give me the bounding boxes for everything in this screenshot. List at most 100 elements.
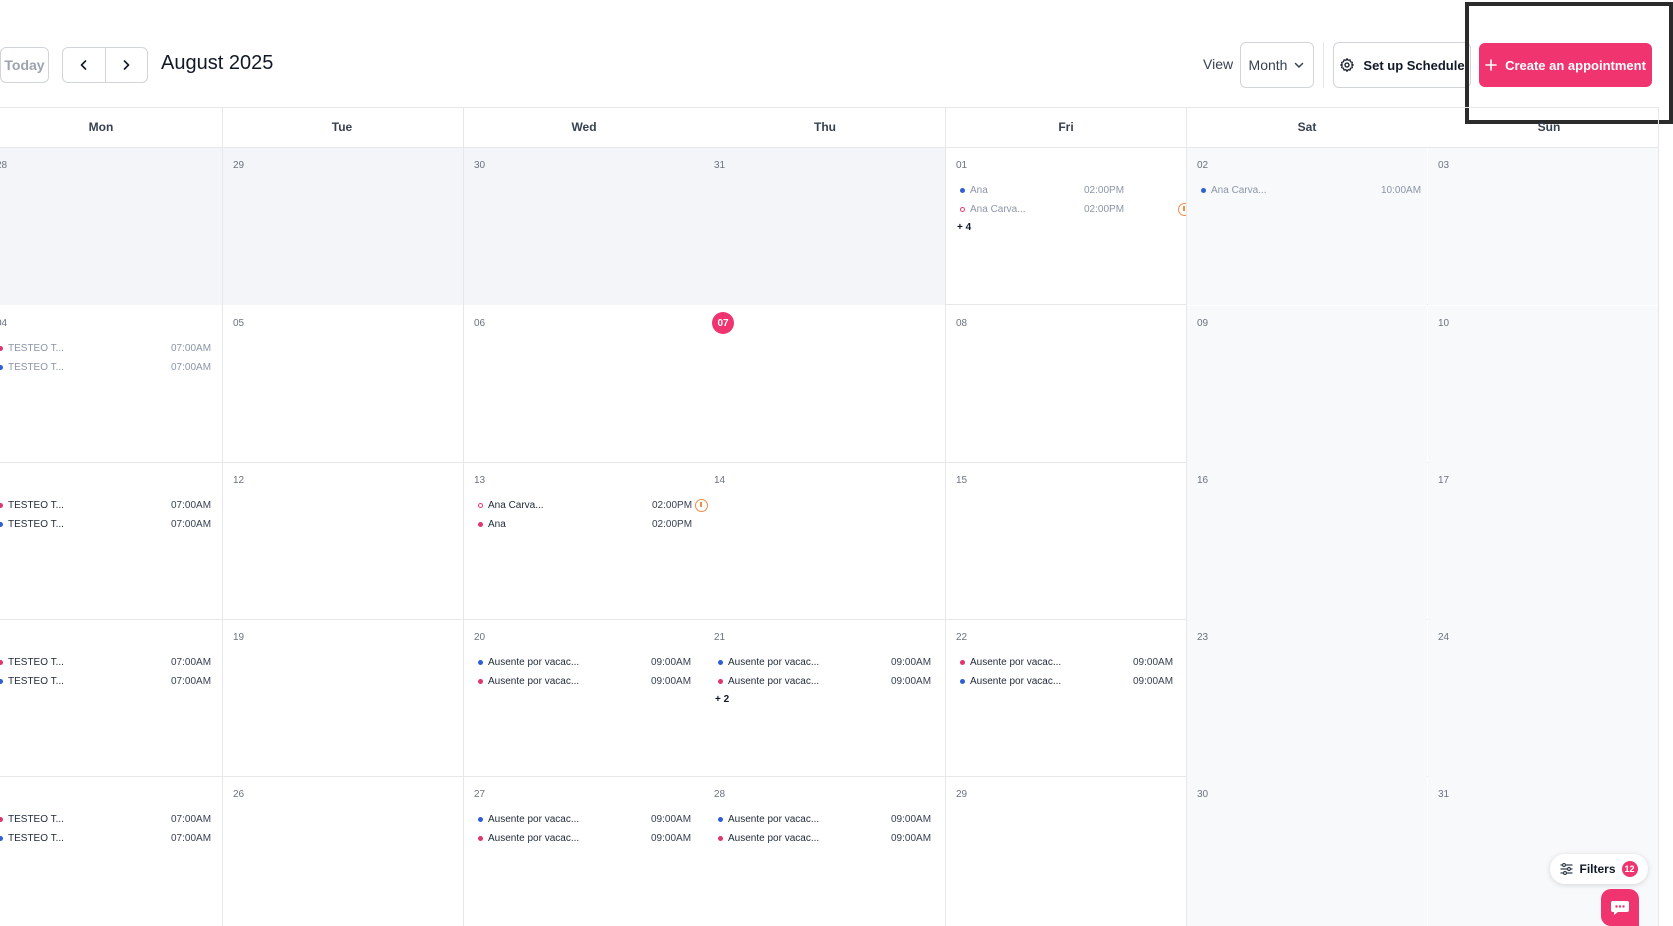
event-title: Ausente por vacac... bbox=[728, 813, 820, 825]
day-cell[interactable]: 29 bbox=[223, 148, 463, 305]
week-row: TESTEO T... 07:00AM TESTEO T... 07:00AM … bbox=[0, 620, 1658, 777]
day-cell[interactable]: 03 bbox=[1428, 148, 1658, 305]
event-dot bbox=[0, 521, 3, 527]
view-select-value: Month bbox=[1248, 57, 1288, 73]
create-appointment-label: Create an appointment bbox=[1505, 57, 1646, 73]
day-cell[interactable]: 23 bbox=[1187, 620, 1427, 777]
event-item[interactable]: Ana Carva... 02:00PM bbox=[960, 202, 1175, 216]
day-number: 16 bbox=[1197, 475, 1209, 486]
day-number: 22 bbox=[956, 632, 968, 643]
event-time: 09:00AM bbox=[651, 675, 692, 687]
day-cell[interactable]: 02 Ana Carva... 10:00AM bbox=[1187, 148, 1427, 305]
day-cell[interactable]: 30 bbox=[464, 148, 704, 305]
event-item[interactable]: Ana Carva... 02:00PM bbox=[478, 498, 693, 512]
day-cell[interactable]: 26 bbox=[223, 777, 463, 926]
event-item[interactable]: Ausente por vacac... 09:00AM bbox=[718, 831, 933, 845]
week-row: TESTEO T... 07:00AM TESTEO T... 07:00AM … bbox=[0, 463, 1658, 620]
event-item[interactable]: TESTEO T... 07:00AM bbox=[0, 674, 211, 688]
day-cell[interactable]: TESTEO T... 07:00AM TESTEO T... 07:00AM bbox=[0, 620, 222, 777]
day-cell[interactable]: 30 bbox=[1187, 777, 1427, 926]
chat-button[interactable] bbox=[1601, 889, 1639, 926]
day-cell[interactable]: 05 bbox=[223, 306, 463, 463]
month-title: August 2025 bbox=[161, 52, 274, 74]
event-item[interactable]: TESTEO T... 07:00AM bbox=[0, 360, 211, 374]
day-cell[interactable]: 01 Ana 02:00PM Ana Carva... 02:00PM + 4 bbox=[946, 148, 1191, 305]
day-cell[interactable]: 28 bbox=[0, 148, 222, 305]
event-item[interactable]: TESTEO T... 07:00AM bbox=[0, 831, 212, 845]
today-button[interactable]: Today bbox=[0, 47, 49, 83]
chat-bubble-icon bbox=[1611, 900, 1629, 915]
view-select[interactable]: Month bbox=[1240, 42, 1314, 88]
event-title: Ausente por vacac... bbox=[488, 832, 580, 844]
event-time: 09:00AM bbox=[891, 832, 932, 844]
event-dot bbox=[1201, 187, 1206, 193]
day-cell[interactable]: 04 TESTEO T... 07:00AM TESTEO T... 07:00… bbox=[0, 306, 222, 463]
day-cell[interactable]: 28 Ausente por vacac... 09:00AM Ausente … bbox=[704, 777, 945, 926]
day-cell[interactable]: 07 bbox=[704, 306, 945, 463]
day-cell[interactable]: 14 bbox=[704, 463, 945, 620]
event-item[interactable]: Ausente por vacac... 09:00AM bbox=[478, 674, 693, 688]
event-item[interactable]: TESTEO T... 07:00AM bbox=[0, 655, 211, 669]
day-cell[interactable]: 24 bbox=[1428, 620, 1658, 777]
create-appointment-button[interactable]: Create an appointment bbox=[1479, 43, 1652, 87]
day-cell[interactable]: 15 bbox=[946, 463, 1186, 620]
day-cell[interactable]: 22 Ausente por vacac... 09:00AM Ausente … bbox=[946, 620, 1186, 777]
event-time: 09:00AM bbox=[651, 832, 692, 844]
event-item[interactable]: Ausente por vacac... 09:00AM bbox=[960, 655, 1175, 669]
day-number: 29 bbox=[233, 160, 245, 171]
event-title: TESTEO T... bbox=[8, 518, 64, 530]
event-item[interactable]: Ausente por vacac... 09:00AM bbox=[718, 674, 933, 688]
day-number: 28 bbox=[0, 160, 8, 171]
event-item[interactable]: TESTEO T... 07:00AM bbox=[0, 812, 212, 826]
filters-button[interactable]: Filters 12 bbox=[1550, 854, 1648, 884]
event-title: Ana Carva... bbox=[1211, 184, 1267, 196]
event-item[interactable]: Ana Carva... 10:00AM bbox=[1201, 183, 1421, 197]
day-cell[interactable]: TESTEO T... 07:00AM TESTEO T... 07:00AM bbox=[0, 463, 222, 620]
event-title: Ausente por vacac... bbox=[488, 675, 580, 687]
event-item[interactable]: Ausente por vacac... 09:00AM bbox=[478, 812, 693, 826]
day-cell[interactable]: 16 bbox=[1187, 463, 1427, 620]
day-cell[interactable]: 17 bbox=[1428, 463, 1658, 620]
event-time: 07:00AM bbox=[171, 832, 212, 844]
more-events-link[interactable]: + 4 bbox=[957, 222, 971, 233]
sliders-icon bbox=[1560, 863, 1574, 875]
event-time: 07:00AM bbox=[171, 342, 212, 354]
event-item[interactable]: Ana 02:00PM bbox=[960, 183, 1175, 197]
event-item[interactable]: TESTEO T... 07:00AM bbox=[0, 517, 211, 531]
event-dot bbox=[478, 678, 483, 684]
day-cell[interactable]: 21 Ausente por vacac... 09:00AM Ausente … bbox=[704, 620, 945, 777]
event-item[interactable]: TESTEO T... 07:00AM bbox=[0, 498, 211, 512]
setup-schedule-button[interactable]: Set up Schedule bbox=[1333, 42, 1471, 88]
day-cell[interactable]: 20 Ausente por vacac... 09:00AM Ausente … bbox=[464, 620, 704, 777]
chevron-down-icon bbox=[1295, 62, 1304, 68]
day-cell[interactable]: 06 bbox=[464, 306, 704, 463]
day-cell[interactable]: TESTEO T... 07:00AM TESTEO T... 07:00AM bbox=[0, 777, 222, 926]
event-title: Ausente por vacac... bbox=[728, 656, 820, 668]
event-item[interactable]: TESTEO T... 07:00AM bbox=[0, 341, 212, 355]
day-cell[interactable]: 19 bbox=[223, 620, 463, 777]
day-cell[interactable]: 13 Ana Carva... 02:00PM Ana 02:00PM bbox=[464, 463, 708, 620]
event-title: TESTEO T... bbox=[8, 342, 64, 354]
more-events-link[interactable]: + 2 bbox=[715, 694, 729, 705]
day-cell[interactable]: 09 bbox=[1187, 306, 1427, 463]
day-cell[interactable]: 08 bbox=[946, 306, 1186, 463]
event-title: Ana Carva... bbox=[970, 203, 1026, 215]
day-number: 09 bbox=[1197, 318, 1209, 329]
event-time: 07:00AM bbox=[171, 813, 212, 825]
previous-month-button[interactable] bbox=[63, 48, 105, 82]
event-item[interactable]: Ausente por vacac... 09:00AM bbox=[478, 655, 693, 669]
day-cell[interactable]: 12 bbox=[223, 463, 463, 620]
next-month-button[interactable] bbox=[104, 48, 147, 82]
day-cell[interactable]: 10 bbox=[1428, 306, 1658, 463]
event-item[interactable]: Ana 02:00PM bbox=[478, 517, 693, 531]
chevron-right-icon bbox=[124, 60, 130, 70]
day-cell[interactable]: 29 bbox=[946, 777, 1186, 926]
weekday-tue: Tue bbox=[331, 120, 353, 134]
event-item[interactable]: Ausente por vacac... 09:00AM bbox=[718, 812, 933, 826]
event-item[interactable]: Ausente por vacac... 09:00AM bbox=[718, 655, 933, 669]
day-cell[interactable]: 31 bbox=[704, 148, 945, 305]
day-cell[interactable]: 27 Ausente por vacac... 09:00AM Ausente … bbox=[464, 777, 704, 926]
event-item[interactable]: Ausente por vacac... 09:00AM bbox=[960, 674, 1175, 688]
column-divider bbox=[945, 107, 946, 926]
event-item[interactable]: Ausente por vacac... 09:00AM bbox=[478, 831, 693, 845]
